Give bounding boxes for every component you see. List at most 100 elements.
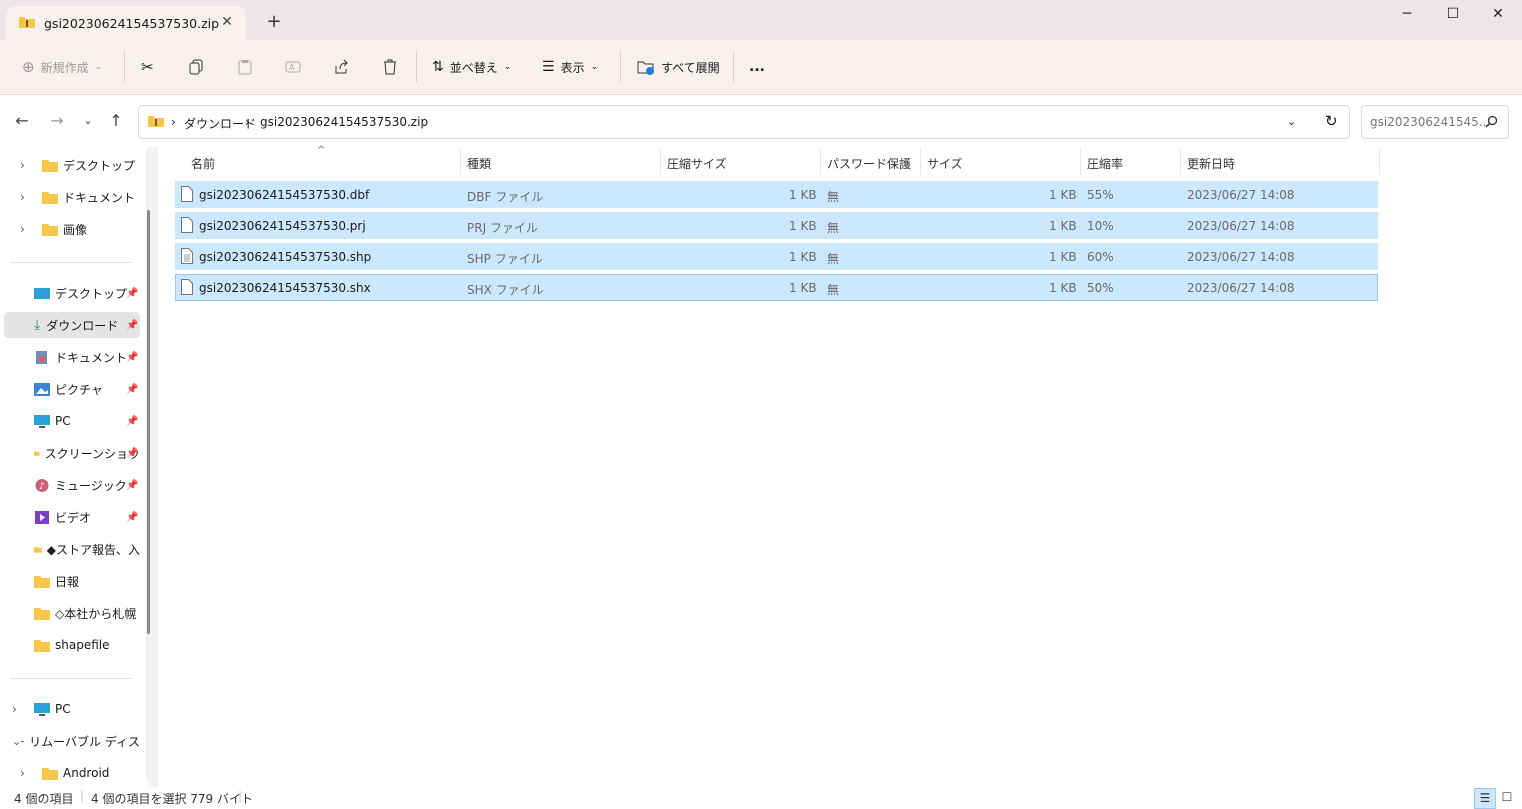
rename-button[interactable]: A — [285, 54, 301, 80]
new-tab-button[interactable]: + — [264, 12, 284, 32]
breadcrumb-zip[interactable]: gsi20230624154537530.zip — [260, 115, 428, 129]
chevron-right-icon: › — [171, 115, 176, 129]
sidebar-item-documents[interactable]: ドキュメント 📌 — [34, 344, 140, 370]
sidebar-item-head-office[interactable]: ◇本社から札幌 — [34, 600, 140, 626]
sidebar-item-screenshots[interactable]: スクリーンショッ 📌 — [34, 440, 140, 466]
column-size[interactable]: サイズ — [927, 155, 963, 172]
chevron-right-icon: › — [20, 190, 25, 204]
sidebar-label: ミュージック — [55, 478, 127, 493]
file-ratio: 50% — [1087, 281, 1114, 295]
share-button[interactable] — [333, 54, 349, 80]
column-divider[interactable] — [460, 149, 461, 175]
column-name[interactable]: 名前 — [191, 155, 215, 172]
copy-button[interactable] — [189, 54, 205, 80]
file-row-shp[interactable]: gsi20230624154537530.shp SHP ファイル 1 KB 無… — [175, 243, 1378, 270]
tab-close-icon[interactable]: ✕ — [218, 13, 236, 31]
file-type: PRJ ファイル — [467, 221, 538, 235]
maximize-button[interactable]: ☐ — [1430, 6, 1476, 26]
column-packed-size[interactable]: 圧縮サイズ — [667, 155, 727, 172]
paste-button[interactable] — [237, 54, 253, 80]
sidebar-item-videos[interactable]: ビデオ 📌 — [34, 504, 140, 530]
sidebar-item-music[interactable]: ♪ ミュージック 📌 — [34, 472, 140, 498]
pin-icon: 📌 — [126, 511, 139, 523]
chevron-down-icon[interactable]: ⌄ — [1287, 115, 1296, 128]
new-button[interactable]: ⊕ 新規作成 ⌄ — [22, 54, 102, 80]
file-password: 無 — [827, 221, 840, 235]
column-date[interactable]: 更新日時 — [1187, 155, 1235, 172]
column-ratio[interactable]: 圧縮率 — [1087, 155, 1123, 172]
view-button[interactable]: ☰ 表示 ⌄ — [542, 54, 598, 80]
sidebar-label: Android — [63, 766, 110, 780]
chevron-down-icon: ⌄ — [503, 62, 512, 72]
column-divider[interactable] — [820, 149, 821, 175]
window-close-button[interactable]: ✕ — [1475, 6, 1521, 26]
column-divider[interactable] — [660, 149, 661, 175]
delete-button[interactable] — [382, 54, 398, 80]
folder-icon — [42, 191, 58, 204]
sidebar-scrollbar-thumb[interactable] — [147, 210, 150, 634]
sidebar-item-android[interactable]: › Android — [20, 760, 109, 786]
back-button[interactable]: ← — [10, 109, 34, 133]
sidebar-item-images-tree[interactable]: › 画像 — [20, 216, 87, 242]
search-box[interactable]: gsi202306241545... — [1361, 105, 1509, 139]
column-divider[interactable] — [920, 149, 921, 175]
extract-all-button[interactable]: すべて展開 — [637, 54, 720, 80]
forward-button[interactable]: → — [45, 109, 69, 133]
folder-icon — [34, 607, 50, 620]
chevron-down-icon: ⌄ — [94, 62, 103, 72]
file-name: gsi20230624154537530.prj — [199, 219, 366, 233]
file-packed-size: 1 KB — [789, 250, 817, 264]
tab-zip[interactable]: gsi20230624154537530.zip ✕ — [6, 6, 246, 40]
sidebar-label: PC — [55, 414, 71, 428]
sidebar-item-pictures[interactable]: ピクチャ 📌 — [34, 376, 140, 402]
recent-dropdown-button[interactable]: ⌄ — [76, 109, 100, 133]
column-divider[interactable] — [1379, 149, 1380, 175]
sidebar-item-store-report[interactable]: ◆ストア報告、入 — [34, 536, 140, 562]
column-type[interactable]: 種類 — [467, 155, 491, 172]
sort-button[interactable]: ⇅ 並べ替え ⌄ — [432, 54, 511, 80]
item-count: 4 個の項目 — [14, 792, 74, 806]
download-arrow-icon: ⤓ — [34, 317, 41, 333]
cut-button[interactable]: ✂ — [141, 54, 154, 80]
file-password: 無 — [827, 252, 840, 266]
sidebar-item-pc-tree[interactable]: › PC — [12, 696, 71, 722]
sidebar-label: デスクトップ — [63, 158, 136, 173]
minimize-button[interactable]: ─ — [1384, 6, 1430, 26]
sidebar-label: 日報 — [55, 574, 80, 589]
sidebar-item-pc[interactable]: PC 📌 — [34, 408, 140, 434]
sidebar-item-desktop-tree[interactable]: › デスクトップ — [20, 152, 135, 178]
plus-circle-icon: ⊕ — [22, 58, 35, 76]
more-button[interactable]: ... — [749, 54, 765, 80]
search-icon[interactable] — [1485, 115, 1498, 128]
details-view-icon[interactable]: ☰ — [1474, 788, 1496, 809]
file-row-shx[interactable]: gsi20230624154537530.shx SHX ファイル 1 KB 無… — [175, 274, 1378, 301]
file-size: 1 KB — [1049, 281, 1077, 295]
column-password[interactable]: パスワード保護 — [827, 155, 911, 172]
folder-icon — [42, 159, 58, 172]
sidebar-item-removable-disk[interactable]: ⌄ リムーバブル ディス — [12, 728, 140, 754]
column-divider[interactable] — [1180, 149, 1181, 175]
sidebar-label: ビデオ — [55, 510, 92, 525]
sidebar-item-daily-report[interactable]: 日報 — [34, 568, 140, 594]
sidebar-item-shapefile[interactable]: shapefile — [34, 632, 140, 658]
refresh-icon[interactable]: ↻ — [1325, 112, 1338, 130]
sidebar-label: ◆ストア報告、入 — [46, 542, 140, 557]
sidebar-item-documents-tree[interactable]: › ドキュメント — [20, 184, 135, 210]
sidebar-item-desktop[interactable]: デスクトップ 📌 — [34, 280, 140, 306]
divider — [416, 52, 417, 82]
sidebar-item-downloads[interactable]: ⤓ ダウンロード 📌 — [4, 312, 140, 338]
file-packed-size: 1 KB — [789, 281, 817, 295]
address-row: ← → ⌄ ↑ › ダウンロード › gsi20230624154537530.… — [0, 95, 1522, 147]
column-divider[interactable] — [1080, 149, 1081, 175]
file-row-prj[interactable]: gsi20230624154537530.prj PRJ ファイル 1 KB 無… — [175, 212, 1378, 239]
clipboard-icon — [238, 60, 252, 75]
file-ratio: 55% — [1087, 188, 1114, 202]
file-row-dbf[interactable]: gsi20230624154537530.dbf DBF ファイル 1 KB 無… — [175, 181, 1378, 208]
title-bar: gsi20230624154537530.zip ✕ + ─ ☐ ✕ — [0, 0, 1522, 40]
svg-text:♪: ♪ — [39, 482, 45, 492]
tiles-view-icon[interactable]: ☐ — [1498, 788, 1516, 807]
up-button[interactable]: ↑ — [104, 109, 128, 133]
address-bar[interactable]: › ダウンロード › gsi20230624154537530.zip ⌄ ↻ — [138, 105, 1350, 139]
sort-label: 並べ替え — [449, 60, 498, 75]
sidebar-label: ドキュメント — [55, 350, 128, 365]
